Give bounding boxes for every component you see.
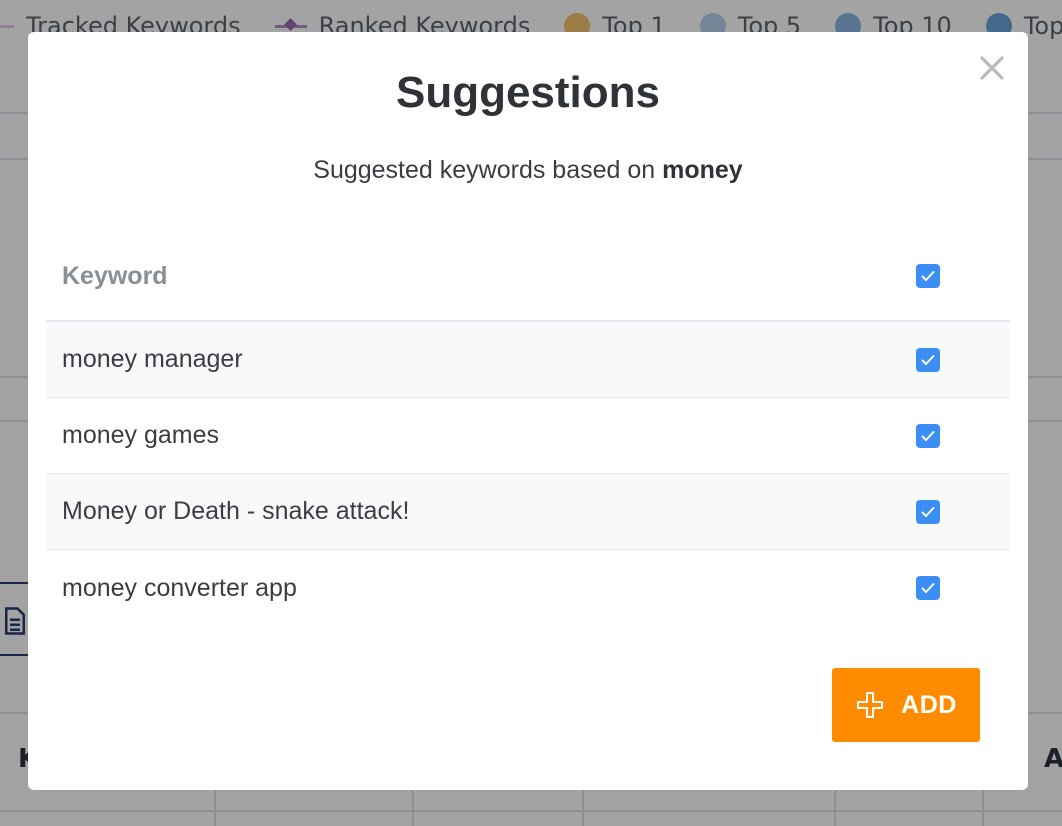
- keyword-text: money games: [62, 421, 220, 449]
- subtitle-query: money: [662, 156, 743, 184]
- keyword-row[interactable]: money converter app: [46, 550, 1010, 626]
- checkmark-icon: [921, 271, 935, 281]
- keyword-table-header: Keyword: [46, 232, 1010, 322]
- modal-subtitle: Suggested keywords based on money: [28, 156, 1028, 185]
- suggestions-modal: Suggestions Suggested keywords based on …: [28, 32, 1028, 790]
- keyword-text: money converter app: [62, 573, 297, 602]
- keyword-row[interactable]: money games: [46, 398, 1010, 474]
- modal-title: Suggestions: [395, 68, 661, 117]
- keyword-checkbox[interactable]: [916, 576, 940, 600]
- keyword-text: Money or Death - snake attack!: [62, 497, 410, 525]
- keyword-row[interactable]: money manager: [46, 322, 1010, 398]
- subtitle-text: Suggested keywords based on: [313, 156, 656, 184]
- select-all-checkbox[interactable]: [916, 264, 940, 288]
- keyword-table: Keyword money manager money games Money …: [46, 232, 1010, 626]
- keyword-text: money manager: [62, 345, 243, 373]
- keyword-checkbox[interactable]: [916, 347, 940, 372]
- keyword-checkbox[interactable]: [916, 423, 940, 448]
- checkmark-icon: [921, 506, 935, 517]
- add-button[interactable]: ADD: [832, 668, 980, 742]
- keyword-column-header: Keyword: [62, 261, 168, 290]
- keyword-row[interactable]: Money or Death - snake attack!: [46, 474, 1010, 550]
- checkmark-icon: [921, 430, 935, 441]
- keyword-checkbox[interactable]: [916, 499, 940, 524]
- keyword-list: money manager money games Money or Death…: [46, 322, 1010, 626]
- add-button-label: ADD: [901, 690, 957, 719]
- checkmark-icon: [921, 583, 935, 593]
- plus-icon: [857, 692, 884, 718]
- checkmark-icon: [921, 354, 935, 365]
